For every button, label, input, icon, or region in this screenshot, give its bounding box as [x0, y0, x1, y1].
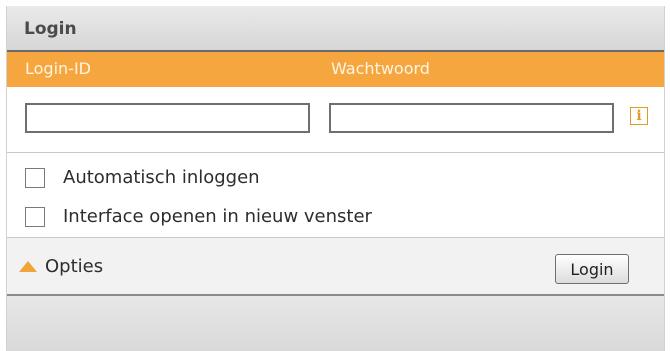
password-input[interactable] [329, 103, 614, 133]
info-icon[interactable]: i [630, 107, 648, 125]
triangle-up-icon [19, 261, 37, 272]
panel-title: Login [24, 19, 77, 39]
new-window-checkbox[interactable] [25, 207, 45, 227]
login-panel: Login Login-ID Wachtwoord i Automatisch … [6, 6, 665, 351]
login-options: Automatisch inloggen Interface openen in… [7, 153, 664, 237]
login-header: Login [7, 6, 664, 52]
login-button[interactable]: Login [555, 254, 629, 284]
auto-login-checkbox[interactable] [25, 168, 45, 188]
auto-login-label: Automatisch inloggen [63, 167, 260, 188]
credentials-row: i [7, 87, 664, 153]
password-column-label: Wachtwoord [331, 59, 430, 78]
new-window-label: Interface openen in nieuw venster [63, 206, 372, 227]
login-id-input[interactable] [25, 103, 310, 133]
panel-footer: Opties Login [7, 237, 664, 296]
options-toggle-label: Opties [45, 256, 104, 277]
bottom-bar [7, 296, 664, 351]
login-id-column-label: Login-ID [25, 59, 91, 78]
column-header-bar: Login-ID Wachtwoord [7, 52, 664, 87]
